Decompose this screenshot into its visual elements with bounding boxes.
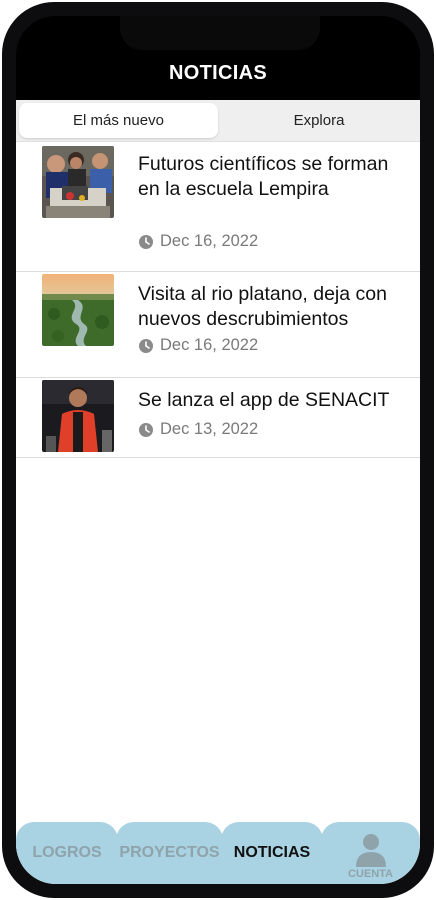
news-date-text: Dec 16, 2022 [160,336,259,354]
app-header: NOTICIAS [16,16,420,100]
news-date: Dec 16, 2022 [138,232,258,251]
news-date: Dec 16, 2022 [138,336,258,355]
news-title: Se lanza el app de SENACIT [138,389,390,411]
news-thumbnail-students [42,146,114,218]
news-item[interactable]: Futuros científicos se forman en la escu… [16,142,420,272]
clock-icon [139,338,153,353]
nav-tab-label: CUENTA [347,868,393,880]
person-icon [355,834,386,867]
tab-newest[interactable]: El más nuevo [19,103,218,138]
news-item[interactable]: Se lanza el app de SENACIT Dec 13, 2022 [16,378,420,458]
news-list: Futuros científicos se forman en la escu… [16,142,420,458]
news-thumbnail-river [42,274,114,346]
segment-tabs: El más nuevo Explora [16,100,420,142]
news-title: Futuros científicos se forman en la escu… [138,153,389,200]
nav-tab-logros[interactable]: LOGROS [16,822,118,884]
bottom-nav: LOGROS PROYECTOS NOTICIAS CUENTA [16,822,420,884]
news-date-text: Dec 16, 2022 [160,232,259,250]
speaker-photo [42,380,114,452]
device-notch [120,16,320,50]
app-screen: NOTICIAS El más nuevo Explora Futuros ci… [16,16,420,884]
students-robotics-photo [42,146,114,218]
nav-tab-noticias[interactable]: NOTICIAS [221,822,323,884]
page-title: NOTICIAS [169,62,267,84]
news-date: Dec 13, 2022 [138,420,258,439]
news-date-text: Dec 13, 2022 [160,420,259,438]
news-item[interactable]: Visita al rio platano, deja con nuevos d… [16,272,420,378]
news-thumbnail-speaker [42,380,114,452]
clock-icon [139,234,153,249]
nav-tab-proyectos[interactable]: PROYECTOS [116,822,223,884]
phone-frame: NOTICIAS El más nuevo Explora Futuros ci… [2,2,434,898]
content-area: El más nuevo Explora Futuros científicos… [16,100,420,822]
news-title: Visita al rio platano, deja con nuevos d… [138,283,387,330]
clock-icon [139,422,153,437]
river-aerial-photo [42,274,114,346]
nav-tab-cuenta[interactable]: CUENTA [321,822,420,884]
tab-explore[interactable]: Explora [220,103,418,138]
